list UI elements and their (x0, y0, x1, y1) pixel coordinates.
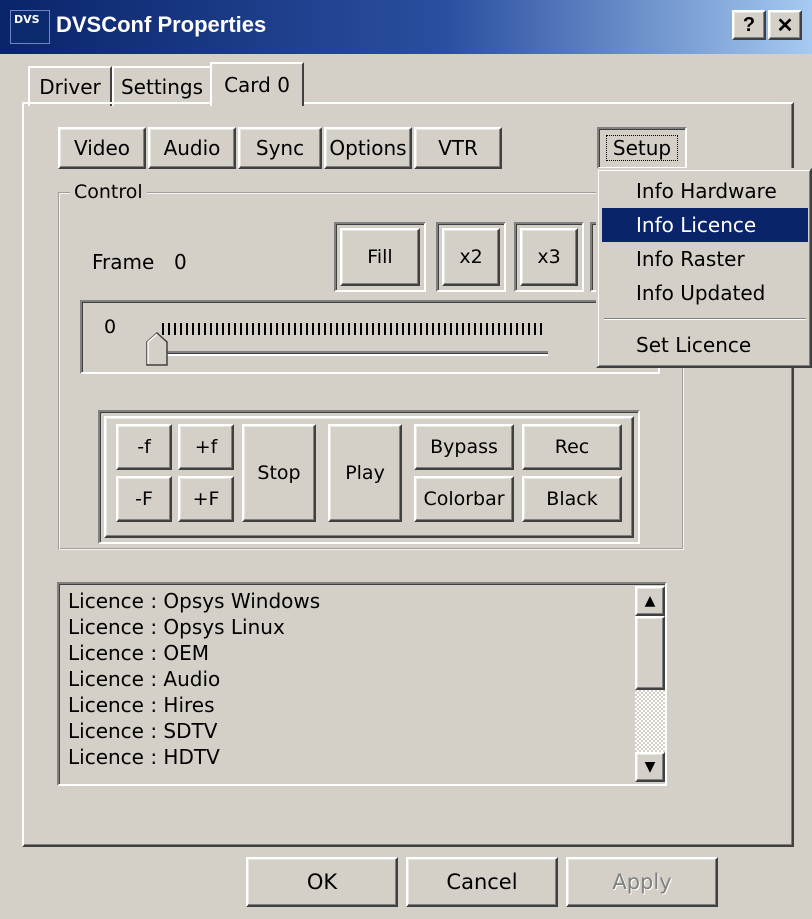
menu-item-info-hardware[interactable]: Info Hardware (602, 174, 808, 208)
x2-frame: x2 (436, 222, 506, 292)
colorbar-button[interactable]: Colorbar (414, 476, 514, 522)
step-forward-frame-button[interactable]: +f (178, 424, 234, 470)
menu-item-info-updated[interactable]: Info Updated (602, 276, 808, 310)
ok-button[interactable]: OK (246, 857, 398, 907)
setup-button-label: Setup (606, 135, 678, 161)
rec-button[interactable]: Rec (522, 424, 622, 470)
list-item: Licence : Opsys Linux (68, 615, 285, 639)
step-back-field-button[interactable]: -F (116, 476, 172, 522)
slider-value: 0 (104, 316, 117, 338)
slider-thumb[interactable] (146, 332, 168, 366)
menu-item-info-licence[interactable]: Info Licence (602, 208, 808, 242)
list-item: Licence : SDTV (68, 719, 218, 743)
scroll-up-icon[interactable]: ▲ (635, 586, 665, 616)
audio-button[interactable]: Audio (148, 127, 236, 169)
list-item: Licence : Audio (68, 667, 221, 691)
control-legend: Control (70, 181, 147, 203)
step-back-frame-button[interactable]: -f (116, 424, 172, 470)
frame-label: Frame (92, 250, 155, 274)
stop-button[interactable]: Stop (242, 424, 316, 522)
window-title: DVSConf Properties (56, 12, 267, 37)
options-button[interactable]: Options (324, 127, 412, 169)
tab-settings[interactable]: Settings (112, 66, 212, 106)
x2-button[interactable]: x2 (442, 228, 500, 286)
scroll-thumb[interactable] (635, 616, 665, 690)
x3-frame: x3 (514, 222, 584, 292)
vtr-button[interactable]: VTR (414, 127, 502, 169)
apply-button[interactable]: Apply (566, 857, 718, 907)
frame-value: 0 (174, 250, 187, 274)
list-item: Licence : OEM (68, 641, 210, 665)
scroll-down-icon[interactable]: ▼ (635, 752, 665, 782)
slider-track (160, 351, 548, 356)
app-icon-label: DVS (14, 13, 40, 26)
step-forward-field-button[interactable]: +F (178, 476, 234, 522)
menu-item-set-licence[interactable]: Set Licence (602, 328, 808, 362)
close-button[interactable]: ✕ (768, 10, 802, 40)
help-button[interactable]: ? (732, 10, 766, 40)
x3-button[interactable]: x3 (520, 228, 578, 286)
video-button[interactable]: Video (58, 127, 146, 169)
play-button[interactable]: Play (328, 424, 402, 522)
list-item: Licence : Opsys Windows (68, 589, 321, 613)
menu-separator (604, 318, 806, 320)
black-button[interactable]: Black (522, 476, 622, 522)
sync-button[interactable]: Sync (238, 127, 322, 169)
tab-card-0[interactable]: Card 0 (210, 62, 304, 106)
bypass-button[interactable]: Bypass (414, 424, 514, 470)
list-item: Licence : HDTV (68, 745, 220, 769)
fill-button[interactable]: Fill (340, 228, 420, 286)
list-item: Licence : Hires (68, 693, 215, 717)
tab-driver[interactable]: Driver (28, 66, 112, 106)
app-icon[interactable]: DVS (10, 10, 50, 44)
fill-frame: Fill (334, 222, 426, 292)
menu-item-info-raster[interactable]: Info Raster (602, 242, 808, 276)
title-bar[interactable]: DVS DVSConf Properties ? ✕ (0, 0, 812, 54)
setup-button[interactable]: Setup (597, 127, 687, 169)
cancel-button[interactable]: Cancel (406, 857, 558, 907)
slider-ticks (162, 323, 542, 335)
setup-menu: Info Hardware Info Licence Info Raster I… (596, 168, 812, 368)
